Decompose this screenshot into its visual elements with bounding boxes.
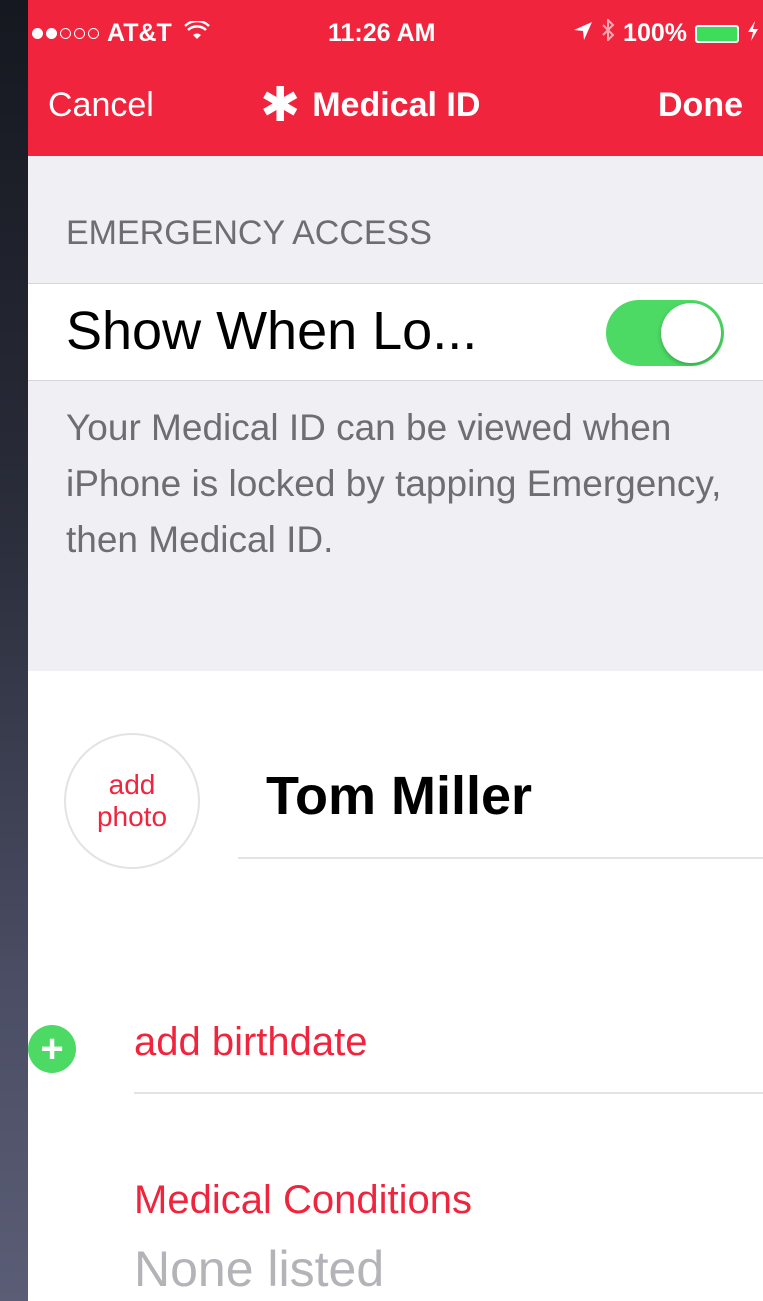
battery-icon: [695, 24, 739, 43]
page-title-text: Medical ID: [312, 86, 481, 124]
medical-conditions-field[interactable]: None listed: [134, 1240, 384, 1298]
status-bar: AT&T 11:26 AM 100%: [28, 0, 763, 64]
signal-strength-icon: [32, 28, 99, 39]
top-bar: AT&T 11:26 AM 100% Cancel ✱ Medical ID D…: [28, 0, 763, 156]
add-plus-icon[interactable]: +: [28, 1025, 76, 1073]
medical-conditions-label: Medical Conditions: [134, 1178, 472, 1222]
emergency-access-description: Your Medical ID can be viewed when iPhon…: [66, 407, 722, 560]
add-photo-label: add photo: [96, 769, 168, 832]
medical-star-icon: ✱: [260, 78, 301, 132]
add-birthdate-row[interactable]: + add birthdate: [28, 1020, 763, 1080]
location-arrow-icon: [573, 19, 593, 48]
add-photo-button[interactable]: add photo: [64, 733, 200, 869]
show-when-locked-row: Show When Lo...: [28, 283, 763, 381]
divider: [134, 1092, 763, 1094]
cancel-button[interactable]: Cancel: [48, 86, 154, 125]
phone-screen: AT&T 11:26 AM 100% Cancel ✱ Medical ID D…: [28, 0, 763, 1301]
battery-percent: 100%: [623, 19, 687, 47]
status-right: 100%: [573, 17, 759, 48]
show-when-locked-toggle[interactable]: [606, 300, 724, 366]
name-field[interactable]: Tom Miller: [266, 765, 532, 827]
divider: [238, 857, 763, 859]
carrier-label: AT&T: [107, 19, 172, 47]
done-button[interactable]: Done: [658, 86, 743, 125]
bluetooth-icon: [601, 17, 615, 48]
toggle-knob: [661, 303, 721, 363]
section-header-emergency-access: EMERGENCY ACCESS: [66, 214, 432, 252]
add-birthdate-label: add birthdate: [134, 1020, 368, 1064]
navigation-bar: Cancel ✱ Medical ID Done: [28, 64, 763, 156]
show-when-locked-label: Show When Lo...: [66, 301, 478, 361]
charging-icon: [747, 19, 759, 48]
status-left: AT&T: [32, 19, 210, 48]
wifi-icon: [183, 19, 210, 48]
status-time: 11:26 AM: [328, 19, 436, 47]
page-title: ✱ Medical ID: [260, 78, 481, 132]
